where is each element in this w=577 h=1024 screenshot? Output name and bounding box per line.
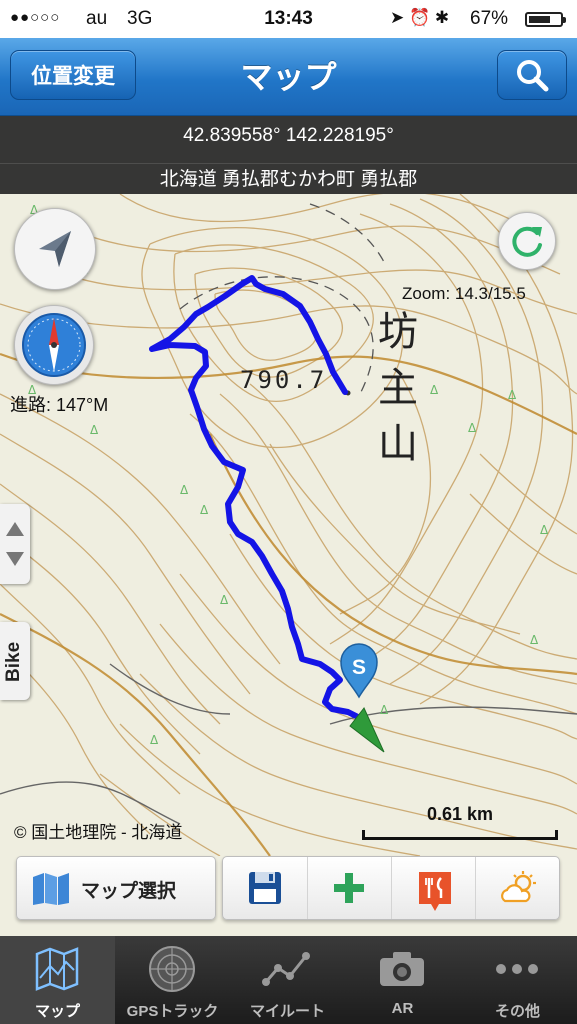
svg-text:ᐃ: ᐃ	[200, 503, 209, 517]
map-icon	[35, 947, 79, 991]
weather-button[interactable]	[475, 857, 559, 919]
bike-mode-tab[interactable]: Bike	[0, 622, 30, 700]
tab-other[interactable]: その他	[460, 936, 577, 1024]
mountain-name-char: 山	[378, 421, 418, 467]
navigation-arrow-icon	[39, 231, 71, 267]
action-button-group	[222, 856, 560, 920]
svg-text:ᐃ: ᐃ	[180, 483, 189, 497]
location-info-bar: 42.839558° 142.228195° 北海道 勇払郡むかわ町 勇払郡	[0, 116, 577, 194]
camera-icon	[380, 952, 424, 986]
svg-text:ᐃ: ᐃ	[468, 421, 477, 435]
tab-label: AR	[391, 1000, 414, 1017]
more-icon	[496, 964, 538, 974]
follow-location-button[interactable]	[14, 208, 96, 290]
battery-percent: 67%	[470, 8, 509, 29]
coordinates: 42.839558° 142.228195°	[183, 125, 394, 146]
svg-text:ᐃ: ᐃ	[150, 733, 159, 747]
map-select-button[interactable]: マップ選択	[16, 856, 216, 920]
location-arrow-icon: ➤	[390, 8, 405, 27]
compass-button[interactable]	[14, 305, 94, 385]
tab-bar: マップ GPSトラック マイルート AR その他	[0, 936, 577, 1024]
tab-map[interactable]: マップ	[0, 936, 115, 1024]
battery-icon	[525, 12, 566, 27]
bike-mode-label: Bike	[3, 641, 24, 682]
save-icon	[249, 872, 281, 904]
mountain-name-char: 主	[378, 365, 418, 411]
up-down-arrows-icon	[6, 522, 24, 566]
restaurant-button[interactable]	[391, 857, 476, 919]
mountain-name: 坊 主 山	[378, 304, 422, 472]
svg-text:ᐃ: ᐃ	[540, 523, 549, 537]
add-icon	[334, 873, 364, 903]
elevation-label: 790.7	[240, 366, 328, 394]
mountain-name-char: 坊	[378, 309, 418, 355]
start-marker-label: S	[351, 656, 366, 679]
tab-gps-track[interactable]: GPSトラック	[115, 936, 230, 1024]
map-view[interactable]: ᐃᐃᐃ ᐃᐃᐃ ᐃᐃᐃ ᐃᐃᐃ ᐃᐃ 790.7 坊 主 山 S	[0, 194, 577, 856]
alarm-icon: ⏰	[408, 8, 431, 27]
map-select-label: マップ選択	[81, 881, 177, 902]
svg-text:ᐃ: ᐃ	[530, 633, 539, 647]
heading-label: 進路: 147°M	[10, 395, 109, 415]
restaurant-icon	[419, 872, 451, 911]
map-copyright: © 国土地理院 - 北海道	[14, 823, 183, 842]
zoom-label: Zoom: 14.3/15.5	[402, 284, 526, 303]
scale-label: 0.61 km	[426, 804, 494, 824]
compass-icon	[22, 313, 86, 377]
panel-scroll-tab[interactable]	[0, 504, 30, 584]
folded-map-icon	[33, 873, 69, 905]
status-icons: ➤ ⏰ ✱	[390, 8, 449, 28]
add-button[interactable]	[307, 857, 392, 919]
svg-text:ᐃ: ᐃ	[380, 703, 389, 717]
address: 北海道 勇払郡むかわ町 勇払郡	[0, 163, 577, 191]
tab-ar[interactable]: AR	[345, 936, 460, 1024]
weather-icon	[501, 871, 536, 903]
bluetooth-icon: ✱	[434, 8, 450, 27]
page-title: マップ	[240, 59, 337, 95]
status-bar: ●●○○○ au 3G 13:43 ➤ ⏰ ✱ 67%	[0, 0, 577, 38]
scale-bar: 0.61 km	[362, 804, 558, 844]
tab-label: マイルート	[249, 1003, 325, 1020]
map-toolbar: マップ選択	[0, 856, 577, 936]
svg-text:ᐃ: ᐃ	[508, 388, 517, 402]
svg-text:ᐃ: ᐃ	[220, 593, 229, 607]
refresh-button[interactable]	[498, 212, 556, 270]
tab-label: その他	[494, 1003, 540, 1020]
gps-track	[149, 275, 367, 727]
radar-icon	[149, 946, 195, 992]
scale-line	[362, 830, 558, 840]
search-button[interactable]	[497, 50, 567, 100]
save-button[interactable]	[223, 857, 308, 919]
svg-text:ᐃ: ᐃ	[430, 383, 439, 397]
search-icon	[517, 60, 549, 92]
refresh-icon	[512, 226, 542, 257]
tab-label: マップ	[34, 1003, 80, 1020]
nav-bar: 位置変更 マップ	[0, 38, 577, 116]
tab-my-route[interactable]: マイルート	[230, 936, 345, 1024]
svg-text:ᐃ: ᐃ	[90, 423, 99, 437]
tab-label: GPSトラック	[126, 1003, 219, 1020]
route-icon	[262, 952, 310, 986]
